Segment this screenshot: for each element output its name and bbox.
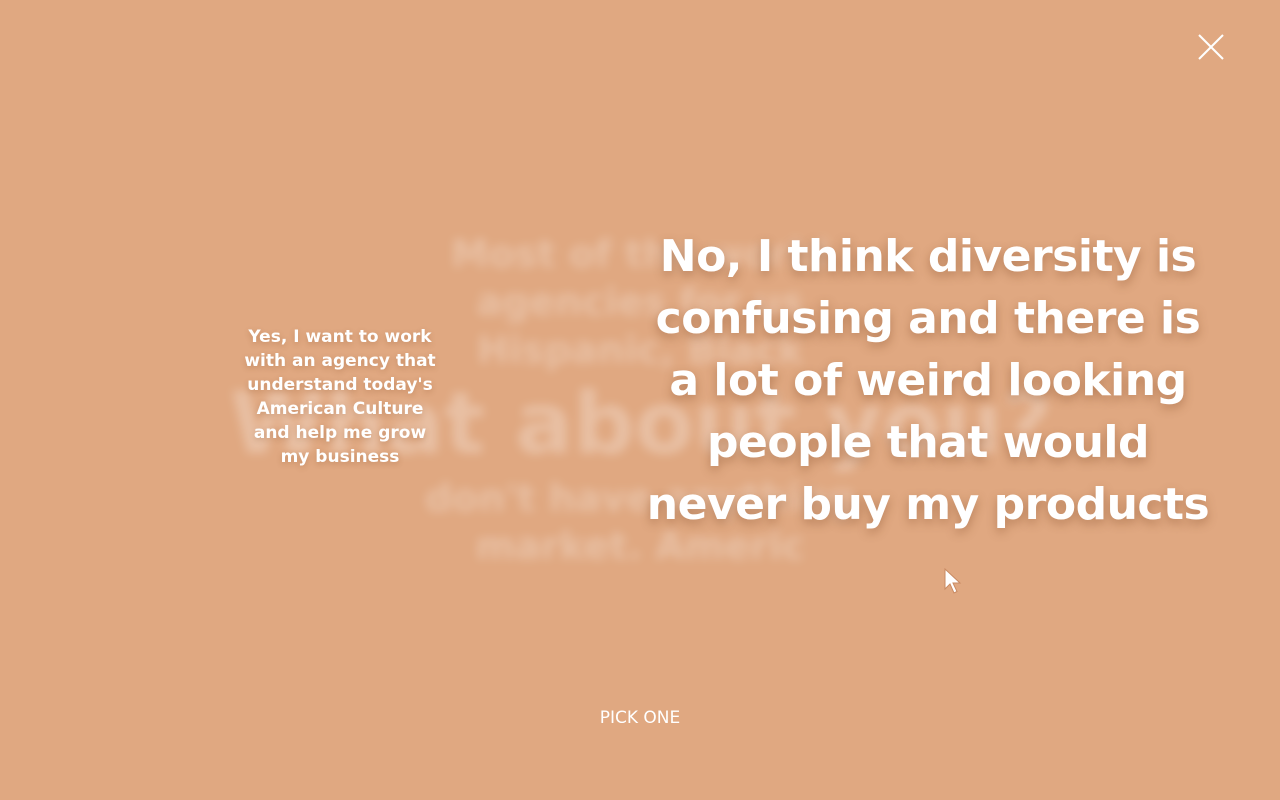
close-button[interactable]	[1193, 29, 1229, 65]
choice-no-button[interactable]: No, I think diversity is confusing and t…	[640, 226, 1216, 536]
pick-one-label: PICK ONE	[599, 708, 681, 728]
pointer-arrow-icon	[944, 567, 962, 596]
choice-overlay: Most of the world agencies for us Hispan…	[0, 0, 1280, 800]
choice-yes-button[interactable]: Yes, I want to work with an agency that …	[238, 325, 442, 469]
close-icon	[1198, 34, 1224, 60]
